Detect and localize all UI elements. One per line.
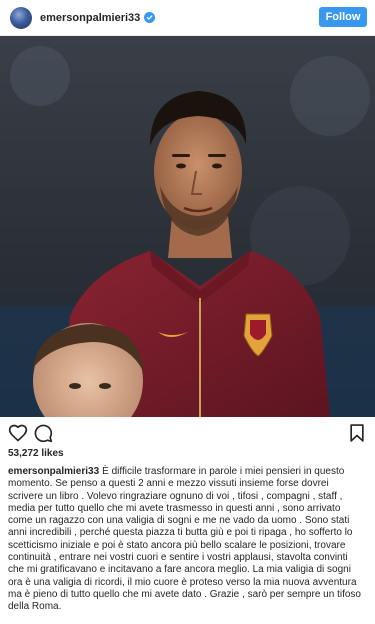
post-actions [0,419,375,445]
profile-avatar[interactable] [10,6,32,29]
caption-username[interactable]: emersonpalmieri33 [8,466,99,477]
heart-icon[interactable] [8,423,28,443]
bookmark-icon[interactable] [347,423,367,443]
post-photo[interactable] [0,36,375,417]
caption-text: È difficile trasformare in parole i miei… [8,466,361,613]
follow-button[interactable]: Follow [319,7,367,27]
post-username[interactable]: emersonpalmieri33 [40,12,140,24]
comment-icon[interactable] [33,423,53,443]
post-header: emersonpalmieri33 Follow [0,0,375,36]
post-caption: emersonpalmieri33 È difficile trasformare… [8,466,364,614]
verified-badge-icon [144,12,156,23]
likes-count[interactable]: 53,272 likes [8,448,64,459]
player-photo [0,36,375,417]
